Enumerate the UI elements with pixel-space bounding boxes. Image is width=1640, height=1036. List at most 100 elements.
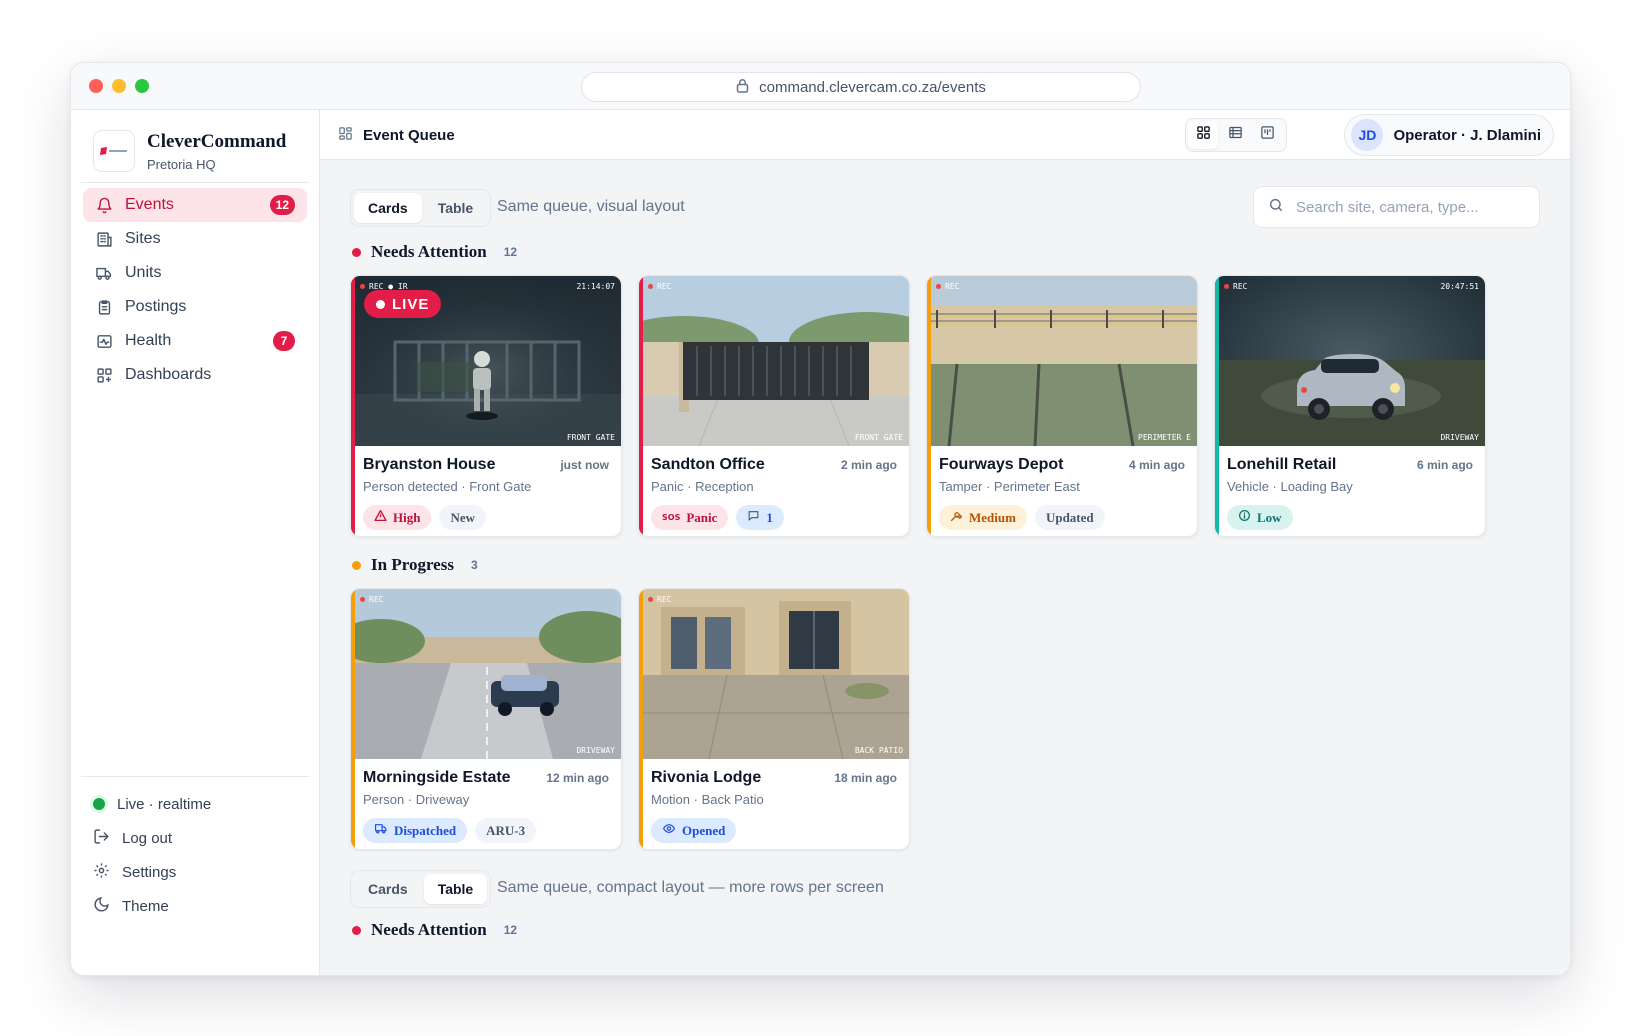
section-title: Needs Attention (371, 920, 487, 939)
priority-badge: Medium (939, 505, 1027, 530)
priority-badge: High (363, 505, 432, 530)
event-card[interactable]: REC PERIMETER E Fourways Depot 4 min ago… (926, 275, 1198, 537)
topbar: Event Queue JD Operator · J. Dlamini (320, 110, 1570, 160)
section-status-dot (352, 560, 361, 570)
section-title: In Progress (371, 555, 454, 574)
tab-table[interactable]: Table (423, 874, 488, 904)
settings-label: Settings (122, 863, 177, 881)
view-toggle (1185, 118, 1287, 152)
card-event-description: Person detected · Front Gate (363, 479, 532, 494)
building-icon (95, 230, 113, 248)
camera-thumbnail[interactable]: REC FRONT GATE (639, 276, 909, 446)
sidebar-item-label: Postings (125, 298, 187, 315)
event-card[interactable]: REC FRONT GATE Sandton Office 2 min ago … (638, 275, 910, 537)
events-count-badge: 12 (269, 195, 295, 215)
camera-location-label: BACK PATIO (854, 746, 903, 755)
sidebar-divider (81, 182, 309, 183)
layout-description: Same queue, compact layout — more rows p… (497, 879, 884, 896)
search-icon (1268, 197, 1284, 218)
layout-description: Same queue, visual layout (497, 198, 685, 215)
camera-thumbnail[interactable]: REC 20:47:51 DRIVEWAY (1215, 276, 1485, 446)
grid-view-button[interactable] (1188, 121, 1218, 149)
truck-icon (374, 822, 388, 839)
card-timestamp: 2 min ago (840, 458, 897, 472)
sidebar-footer-divider (81, 776, 309, 777)
camera-location-label: FRONT GATE (566, 433, 615, 442)
card-event-description: Vehicle · Loading Bay (1227, 479, 1353, 494)
card-site-name: Fourways Depot (939, 456, 1064, 473)
sidebar-item-postings[interactable]: Postings (83, 290, 307, 324)
camera-thumbnail[interactable]: REC PERIMETER E (927, 276, 1197, 446)
logout-button[interactable]: Log out (83, 821, 307, 855)
camera-location-label: FRONT GATE (854, 433, 903, 442)
list-view-button[interactable] (1220, 121, 1250, 149)
card-timestamp: 18 min ago (834, 771, 897, 785)
camera-rec-indicator: REC (360, 595, 383, 604)
board-view-button[interactable] (1252, 121, 1282, 149)
eye-icon (662, 822, 676, 839)
info-icon (1238, 509, 1251, 526)
section-count: 3 (463, 556, 485, 574)
card-event-description: Tamper · Perimeter East (939, 479, 1080, 494)
user-menu[interactable]: JD Operator · J. Dlamini (1344, 114, 1554, 156)
card-site-name: Sandton Office (651, 456, 765, 473)
camera-rec-indicator: REC (1224, 282, 1247, 291)
lock-icon (736, 78, 749, 97)
priority-badge: Low (1227, 505, 1293, 530)
settings-button[interactable]: Settings (83, 855, 307, 889)
dispatch-status-badge: Dispatched (363, 818, 468, 843)
search-input[interactable] (1296, 198, 1516, 216)
sidebar-nav: Events 12 Sites Units Postings Health 7 (83, 188, 307, 392)
status-badge: Opened (651, 818, 737, 843)
live-badge[interactable]: LIVE (364, 290, 442, 318)
comment-count-badge[interactable]: 1 (736, 505, 784, 530)
live-status-label: Live · realtime (117, 795, 212, 813)
sidebar-item-sites[interactable]: Sites (83, 222, 307, 256)
sidebar-item-dashboards[interactable]: Dashboards (83, 358, 307, 392)
camera-thumbnail[interactable]: REC BACK PATIO (639, 589, 909, 759)
section-needs-attention: Needs Attention 12 (352, 920, 525, 940)
status-badge: New (439, 505, 487, 530)
brand-subtitle: Pretoria HQ (147, 156, 216, 172)
sidebar-item-label: Units (125, 264, 162, 281)
sidebar-item-label: Events (125, 196, 174, 213)
tab-table[interactable]: Table (424, 193, 488, 223)
kanban-icon (1260, 125, 1275, 145)
card-event-description: Person · Driveway (363, 792, 470, 807)
event-type-badge: SOS Panic (651, 505, 729, 530)
truck-icon (95, 264, 113, 282)
section-status-dot (352, 247, 361, 257)
logout-label: Log out (122, 829, 173, 847)
sidebar-item-events[interactable]: Events 12 (83, 188, 307, 222)
theme-label: Theme (122, 897, 169, 915)
section-title: Needs Attention (371, 242, 487, 261)
live-status-dot-icon (93, 798, 105, 810)
health-count-badge: 7 (273, 331, 295, 351)
theme-button[interactable]: Theme (83, 889, 307, 923)
gear-icon (93, 862, 110, 883)
event-card[interactable]: REC ● IR 21:14:07 FRONT GATE LIVE Bryans… (350, 275, 622, 537)
card-accent (351, 276, 355, 536)
camera-thumbnail[interactable]: REC ● IR 21:14:07 FRONT GATE LIVE (351, 276, 621, 446)
card-accent (351, 589, 355, 849)
event-card[interactable]: REC DRIVEWAY Morningside Estate 12 min a… (350, 588, 622, 850)
close-window-button[interactable] (89, 79, 103, 93)
event-card[interactable]: REC 20:47:51 DRIVEWAY Lonehill Retail 6 … (1214, 275, 1486, 537)
section-status-dot (352, 925, 361, 935)
camera-rec-indicator: REC (648, 595, 671, 604)
address-bar[interactable]: command.clevercam.co.za/events (581, 72, 1141, 102)
sidebar-item-units[interactable]: Units (83, 256, 307, 290)
camera-thumbnail[interactable]: REC DRIVEWAY (351, 589, 621, 759)
maximize-window-button[interactable] (135, 79, 149, 93)
event-card[interactable]: REC BACK PATIO Rivonia Lodge 18 min ago … (638, 588, 910, 850)
browser-titlebar: command.clevercam.co.za/events (71, 63, 1570, 110)
main-area: Event Queue JD Operator · J. Dlamini Car… (320, 110, 1570, 975)
brand[interactable]: CleverCommand Pretoria HQ (93, 130, 286, 172)
layout-switcher-compact: Cards Table (350, 870, 492, 908)
minimize-window-button[interactable] (112, 79, 126, 93)
camera-location-label: DRIVEWAY (1440, 433, 1479, 442)
tab-cards[interactable]: Cards (354, 193, 422, 223)
avatar: JD (1351, 119, 1384, 151)
sidebar-item-health[interactable]: Health 7 (83, 324, 307, 358)
tab-cards[interactable]: Cards (354, 874, 422, 904)
